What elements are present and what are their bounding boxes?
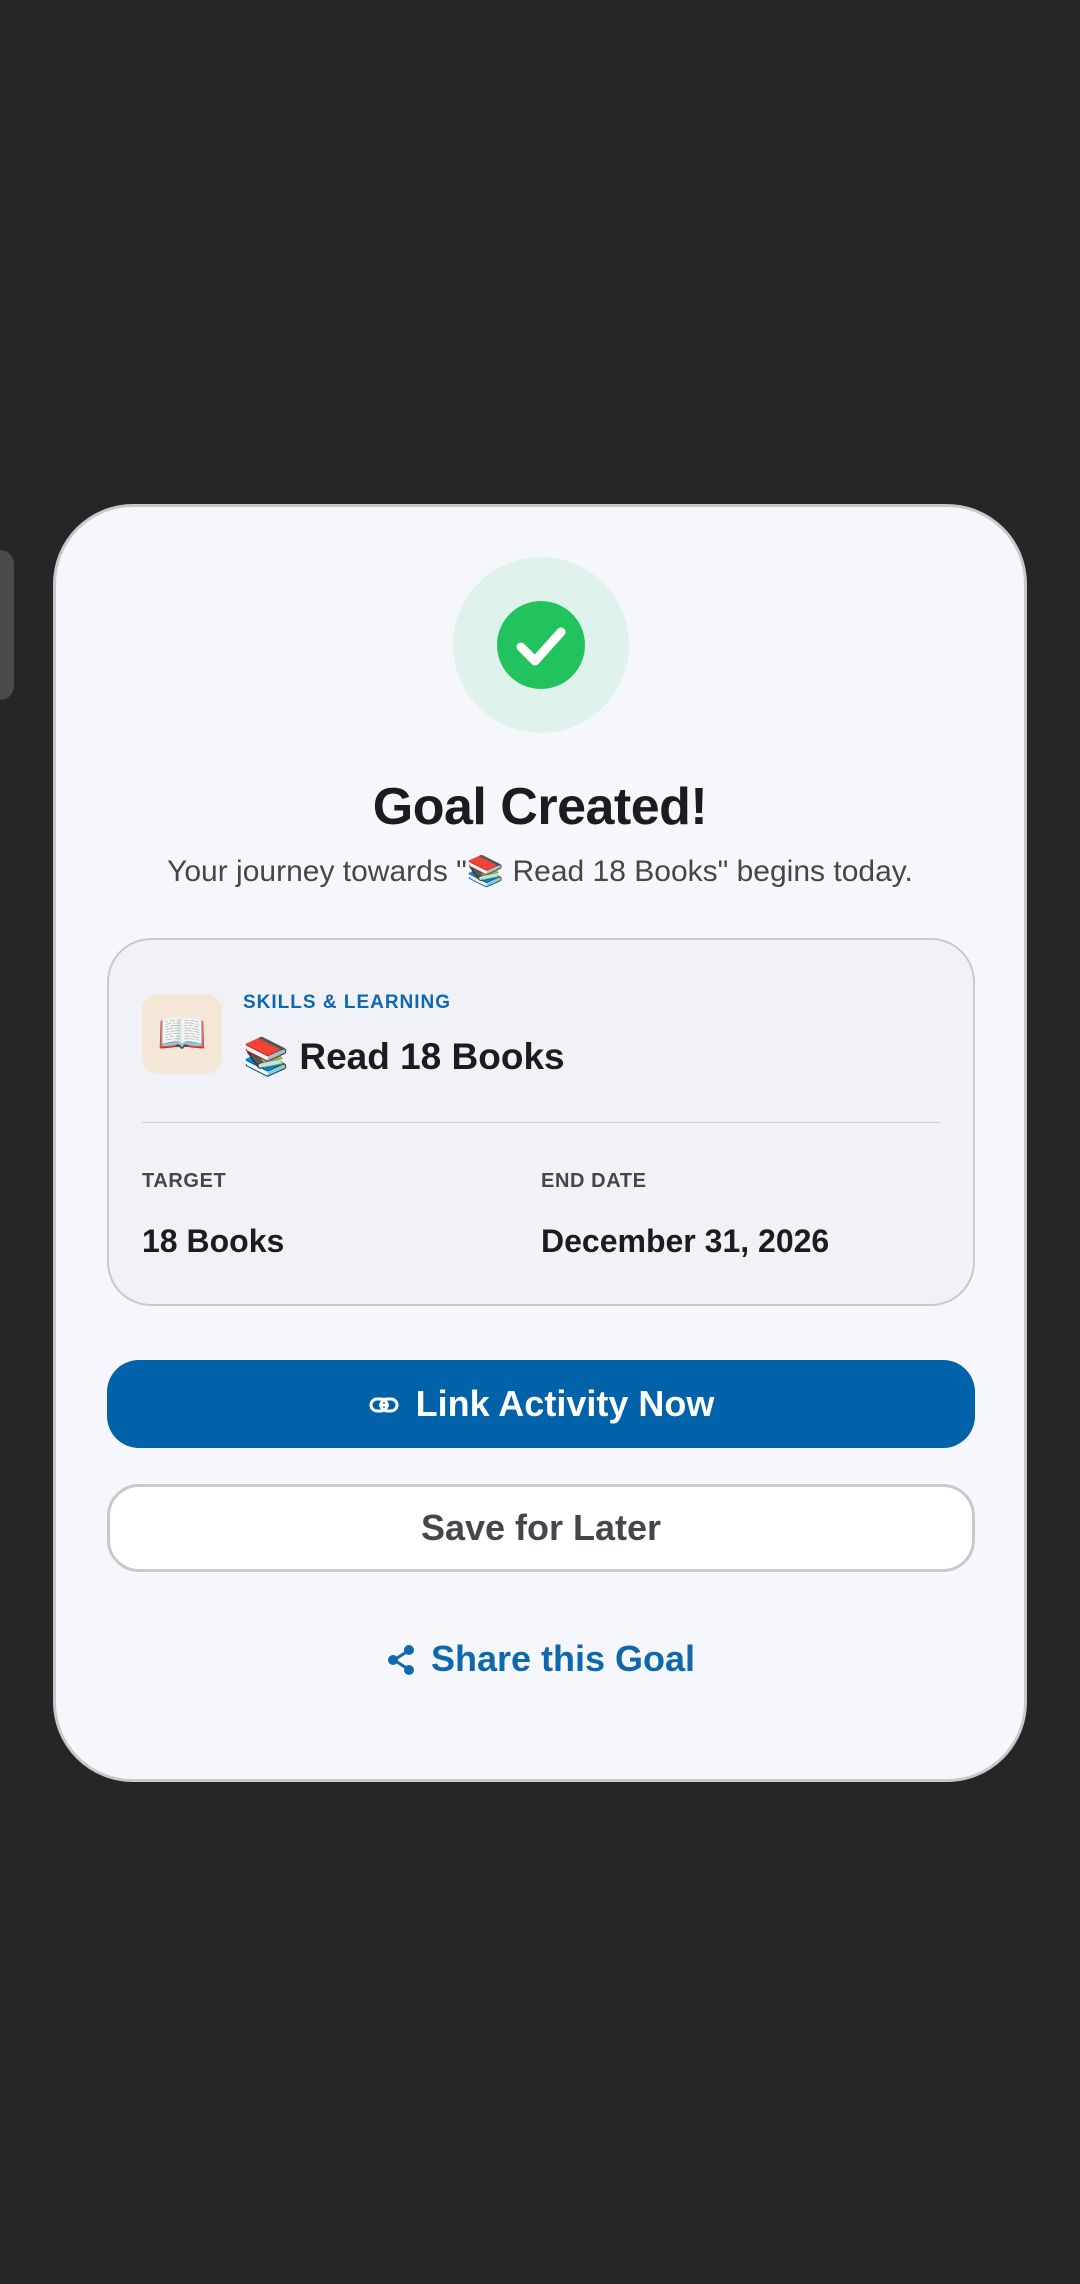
share-goal-link[interactable]: Share this Goal xyxy=(56,1629,1024,1689)
card-divider xyxy=(142,1122,940,1123)
goal-name: 📚 Read 18 Books xyxy=(243,1036,565,1077)
share-icon xyxy=(385,1643,417,1675)
goal-created-dialog: Goal Created! Your journey towards "📚 Re… xyxy=(53,504,1027,1782)
end-date-label: END DATE xyxy=(541,1170,647,1192)
target-value: 18 Books xyxy=(142,1223,285,1259)
success-badge xyxy=(453,557,629,733)
save-for-later-button[interactable]: Save for Later xyxy=(107,1484,975,1572)
save-for-later-label: Save for Later xyxy=(420,1507,662,1548)
target-label: TARGET xyxy=(142,1170,227,1192)
share-goal-label: Share this Goal xyxy=(430,1638,696,1679)
link-activity-label: Link Activity Now xyxy=(415,1383,715,1424)
end-date-value: December 31, 2026 xyxy=(541,1223,830,1259)
open-book-icon: 📖 xyxy=(142,994,222,1074)
dialog-title: Goal Created! xyxy=(372,778,708,836)
link-activity-button[interactable]: Link Activity Now xyxy=(107,1360,975,1448)
goal-summary-card: 📖 SKILLS & LEARNING 📚 Read 18 Books TARG… xyxy=(107,938,975,1306)
goal-category: SKILLS & LEARNING xyxy=(243,992,452,1013)
check-circle-icon xyxy=(497,601,585,689)
dialog-subtitle: Your journey towards "📚 Read 18 Books" b… xyxy=(167,855,913,888)
link-icon xyxy=(368,1388,400,1420)
side-panel-handle[interactable] xyxy=(0,550,14,700)
